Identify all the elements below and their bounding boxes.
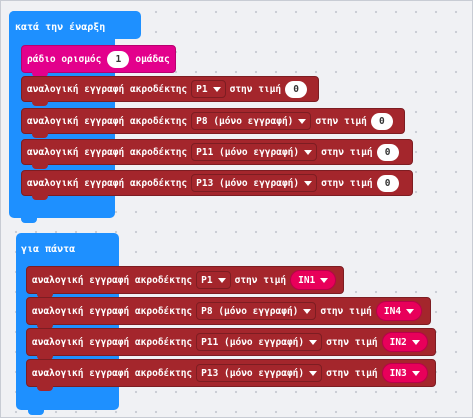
analog-write-block[interactable]: αναλογική εγγραφή ακροδέκτης P13 (μόνο ε… bbox=[26, 359, 436, 391]
analog-write-label: αναλογική εγγραφή ακροδέκτης bbox=[32, 336, 193, 348]
block-tab bbox=[32, 164, 48, 169]
analog-write-label: αναλογική εγγραφή ακροδέκτης bbox=[32, 274, 193, 286]
pin-reporter[interactable]: IN1 bbox=[290, 270, 337, 290]
to-value-label: στην τιμή bbox=[320, 305, 372, 317]
analog-write-label: αναλογική εγγραφή ακροδέκτης bbox=[27, 177, 188, 189]
to-value-label: στην τιμή bbox=[326, 336, 378, 348]
dropdown-caret-icon bbox=[411, 370, 420, 376]
to-value-label: στην τιμή bbox=[326, 367, 378, 379]
dropdown-caret-icon bbox=[303, 308, 312, 314]
radio-set-group-block[interactable]: ράδιο ορισμός 1 ομάδας bbox=[21, 45, 176, 77]
block-tab bbox=[32, 101, 48, 106]
pin-dropdown[interactable]: P1 bbox=[191, 80, 226, 98]
analog-write-label: αναλογική εγγραφή ακροδέκτης bbox=[27, 83, 188, 95]
analog-write-block[interactable]: αναλογική εγγραφή ακροδέκτης P11 (μόνο ε… bbox=[26, 328, 436, 360]
analog-write-label: αναλογική εγγραφή ακροδέκτης bbox=[27, 146, 188, 158]
to-value-label: στην τιμή bbox=[321, 146, 373, 158]
on-start-bottom-tab bbox=[21, 218, 37, 223]
pin-dropdown[interactable]: P1 bbox=[196, 271, 231, 289]
pin-reporter[interactable]: IN3 bbox=[381, 363, 428, 383]
to-value-label: στην τιμή bbox=[321, 177, 373, 189]
value-input[interactable]: 0 bbox=[376, 174, 399, 192]
dropdown-caret-icon bbox=[406, 308, 415, 314]
pin-reporter-name: IN4 bbox=[383, 305, 402, 317]
value-input[interactable]: 0 bbox=[376, 143, 399, 161]
pin-name: P11 (μόνο εγγραφή) bbox=[196, 146, 300, 158]
pin-dropdown[interactable]: P13 (μόνο εγγραφή) bbox=[191, 174, 318, 192]
radio-group-suffix: ομάδας bbox=[135, 53, 170, 65]
analog-write-block[interactable]: αναλογική εγγραφή ακροδέκτης P1 στην τιμ… bbox=[21, 76, 319, 106]
dropdown-caret-icon bbox=[304, 180, 313, 186]
dropdown-caret-icon bbox=[304, 149, 313, 155]
value-input[interactable]: 0 bbox=[285, 80, 308, 98]
pin-reporter[interactable]: IN2 bbox=[381, 332, 428, 352]
radio-group-value[interactable]: 1 bbox=[107, 50, 130, 68]
dropdown-caret-icon bbox=[320, 277, 329, 283]
pin-dropdown[interactable]: P8 (μόνο εγγραφή) bbox=[191, 112, 312, 130]
analog-write-block[interactable]: αναλογική εγγραφή ακροδέκτης P8 (μόνο εγ… bbox=[26, 297, 431, 329]
dropdown-caret-icon bbox=[309, 339, 318, 345]
pin-reporter[interactable]: IN4 bbox=[375, 301, 423, 321]
pin-dropdown[interactable]: P13 (μόνο εγγραφή) bbox=[196, 364, 323, 382]
analog-write-label: αναλογική εγγραφή ακροδέκτης bbox=[32, 367, 193, 379]
pin-reporter-name: IN2 bbox=[389, 336, 407, 348]
workspace[interactable]: { "on_start": { "title": "κατά την έναρξ… bbox=[0, 0, 473, 418]
analog-write-block[interactable]: αναλογική εγγραφή ακροδέκτης P8 (μόνο εγ… bbox=[21, 108, 405, 138]
block-tab bbox=[32, 195, 48, 200]
pin-name: P8 (μόνο εγγραφή) bbox=[201, 305, 299, 317]
to-value-label: στην τιμή bbox=[234, 274, 287, 286]
block-tab bbox=[37, 386, 53, 391]
value-input[interactable]: 0 bbox=[370, 112, 393, 130]
on-start-title: κατά την έναρξη bbox=[15, 22, 106, 33]
forever-title: για πάντα bbox=[21, 244, 76, 255]
analog-write-label: αναλογική εγγραφή ακροδέκτης bbox=[27, 115, 188, 127]
radio-set-group-label: ράδιο ορισμός bbox=[27, 53, 102, 65]
pin-dropdown[interactable]: P11 (μόνο εγγραφή) bbox=[191, 143, 318, 161]
pin-name: P13 (μόνο εγγραφή) bbox=[201, 367, 305, 379]
pin-reporter-name: IN1 bbox=[298, 274, 316, 286]
analog-write-block[interactable]: αναλογική εγγραφή ακροδέκτης P13 (μόνο ε… bbox=[21, 170, 413, 200]
pin-name: P8 (μόνο εγγραφή) bbox=[196, 115, 294, 127]
dropdown-caret-icon bbox=[411, 339, 420, 345]
pin-name: P13 (μόνο εγγραφή) bbox=[196, 177, 300, 189]
pin-name: P1 bbox=[201, 274, 213, 286]
dropdown-caret-icon bbox=[309, 370, 318, 376]
analog-write-label: αναλογική εγγραφή ακροδέκτης bbox=[32, 305, 193, 317]
dropdown-caret-icon bbox=[212, 86, 221, 92]
to-value-label: στην τιμή bbox=[229, 83, 282, 95]
block-tab bbox=[32, 133, 48, 138]
forever-bottom-tab bbox=[28, 410, 44, 415]
analog-write-block[interactable]: αναλογική εγγραφή ακροδέκτης P1 στην τιμ… bbox=[26, 266, 344, 298]
pin-name: P1 bbox=[196, 83, 208, 95]
analog-write-block[interactable]: αναλογική εγγραφή ακροδέκτης P11 (μόνο ε… bbox=[21, 139, 413, 169]
dropdown-caret-icon bbox=[298, 118, 307, 124]
pin-dropdown[interactable]: P11 (μόνο εγγραφή) bbox=[196, 333, 323, 351]
pin-dropdown[interactable]: P8 (μόνο εγγραφή) bbox=[196, 302, 317, 320]
to-value-label: στην τιμή bbox=[315, 115, 367, 127]
pin-name: P11 (μόνο εγγραφή) bbox=[201, 336, 305, 348]
pin-reporter-name: IN3 bbox=[389, 367, 407, 379]
dropdown-caret-icon bbox=[217, 277, 226, 283]
